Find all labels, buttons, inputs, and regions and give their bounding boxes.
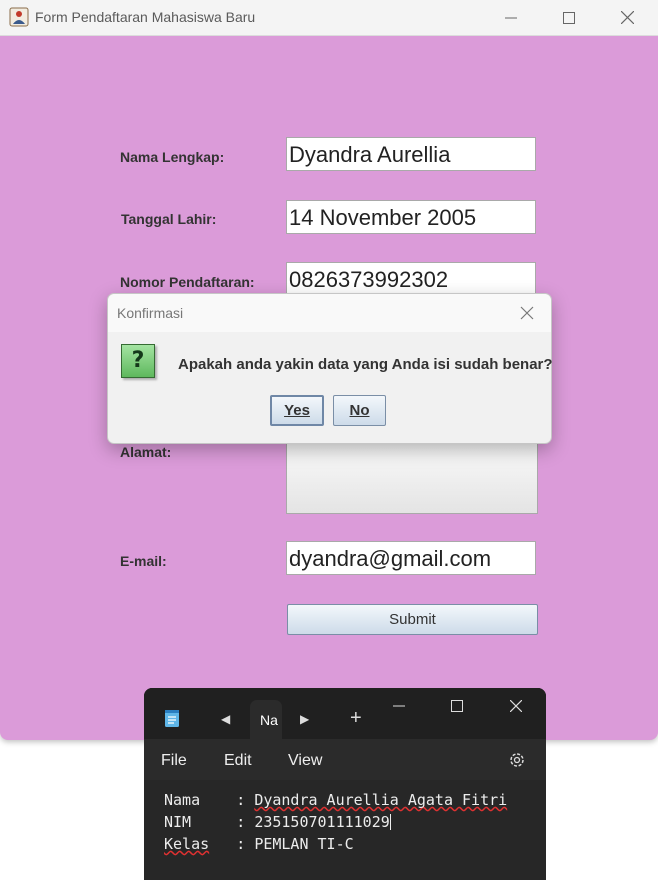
notepad-tab[interactable]: Na [250, 700, 282, 739]
line-key: Nama [164, 791, 201, 809]
minimize-icon [505, 17, 517, 18]
notepad-minimize-button[interactable] [384, 696, 414, 716]
title-bar: Form Pendaftaran Mahasiswa Baru [0, 0, 658, 36]
dialog-title-bar: Konfirmasi [108, 294, 551, 332]
yes-button[interactable]: Yes [270, 395, 324, 426]
notepad-icon [165, 710, 179, 727]
alamat-label: Alamat: [120, 444, 172, 460]
close-icon [620, 11, 634, 24]
line-separator: : [200, 791, 255, 809]
line-key: NIM [164, 813, 192, 831]
notepad-menu-bar: File Edit View [144, 739, 546, 780]
email-label: E-mail: [120, 553, 167, 569]
notepad-maximize-button[interactable] [442, 696, 472, 716]
tanggal-lahir-label: Tanggal Lahir: [121, 211, 217, 227]
text-line: NIM : 235150701111029 [164, 813, 391, 831]
dialog-close-icon[interactable] [518, 304, 536, 322]
line-separator: : [191, 813, 255, 831]
notepad-tab-label: Na [260, 712, 278, 728]
window-title: Form Pendaftaran Mahasiswa Baru [35, 9, 256, 25]
nama-label: Nama Lengkap: [120, 149, 225, 165]
text-line: Kelas : PEMLAN TI-C [164, 835, 354, 853]
question-icon: ? [121, 344, 155, 378]
line-value: PEMLAN TI-C [254, 835, 354, 853]
gear-icon[interactable] [507, 750, 527, 770]
no-button-label: No [349, 402, 370, 419]
new-tab-icon[interactable]: + [350, 708, 362, 728]
line-separator: : [209, 835, 255, 853]
minimize-button[interactable] [482, 0, 540, 35]
confirm-dialog: Konfirmasi ? Apakah anda yakin data yang… [107, 293, 553, 444]
nomor-pendaftaran-label: Nomor Pendaftaran: [120, 274, 255, 290]
dialog-title: Konfirmasi [117, 305, 184, 321]
email-input[interactable]: dyandra@gmail.com [286, 541, 536, 575]
line-value: Dyandra Aurellia Agata Fitri [254, 791, 508, 809]
notepad-close-button[interactable] [501, 696, 531, 716]
menu-edit[interactable]: Edit [224, 752, 252, 770]
notepad-window: ◀ Na ▶ + File Edit View Nama : Dyandra A… [144, 688, 546, 880]
notepad-tab-bar: ◀ Na ▶ + [144, 688, 546, 739]
minimize-icon [393, 705, 405, 707]
yes-button-label: Yes [284, 402, 310, 419]
alamat-textarea[interactable] [286, 440, 538, 514]
submit-button[interactable]: Submit [287, 604, 538, 635]
menu-view[interactable]: View [288, 752, 322, 770]
dialog-message: Apakah anda yakin data yang Anda isi sud… [178, 356, 553, 373]
line-value: 235150701111029 [254, 813, 390, 831]
close-icon [510, 700, 522, 712]
nomor-pendaftaran-input[interactable]: 0826373992302 [286, 262, 536, 296]
menu-file[interactable]: File [161, 752, 187, 770]
text-line: Nama : Dyandra Aurellia Agata Fitri [164, 791, 507, 809]
tab-scroll-left-icon[interactable]: ◀ [221, 712, 230, 726]
tanggal-lahir-input[interactable]: 14 November 2005 [286, 200, 536, 234]
java-app-icon [9, 7, 29, 27]
maximize-icon [451, 700, 463, 712]
maximize-icon [563, 11, 575, 24]
tab-scroll-right-icon[interactable]: ▶ [300, 712, 309, 726]
close-button[interactable] [598, 0, 656, 35]
maximize-button[interactable] [540, 0, 598, 35]
no-button[interactable]: No [333, 395, 386, 426]
notepad-editor[interactable]: Nama : Dyandra Aurellia Agata Fitri NIM … [144, 780, 546, 880]
line-key: Kelas [164, 835, 210, 853]
nama-input[interactable]: Dyandra Aurellia [286, 137, 536, 171]
text-caret [389, 814, 391, 830]
